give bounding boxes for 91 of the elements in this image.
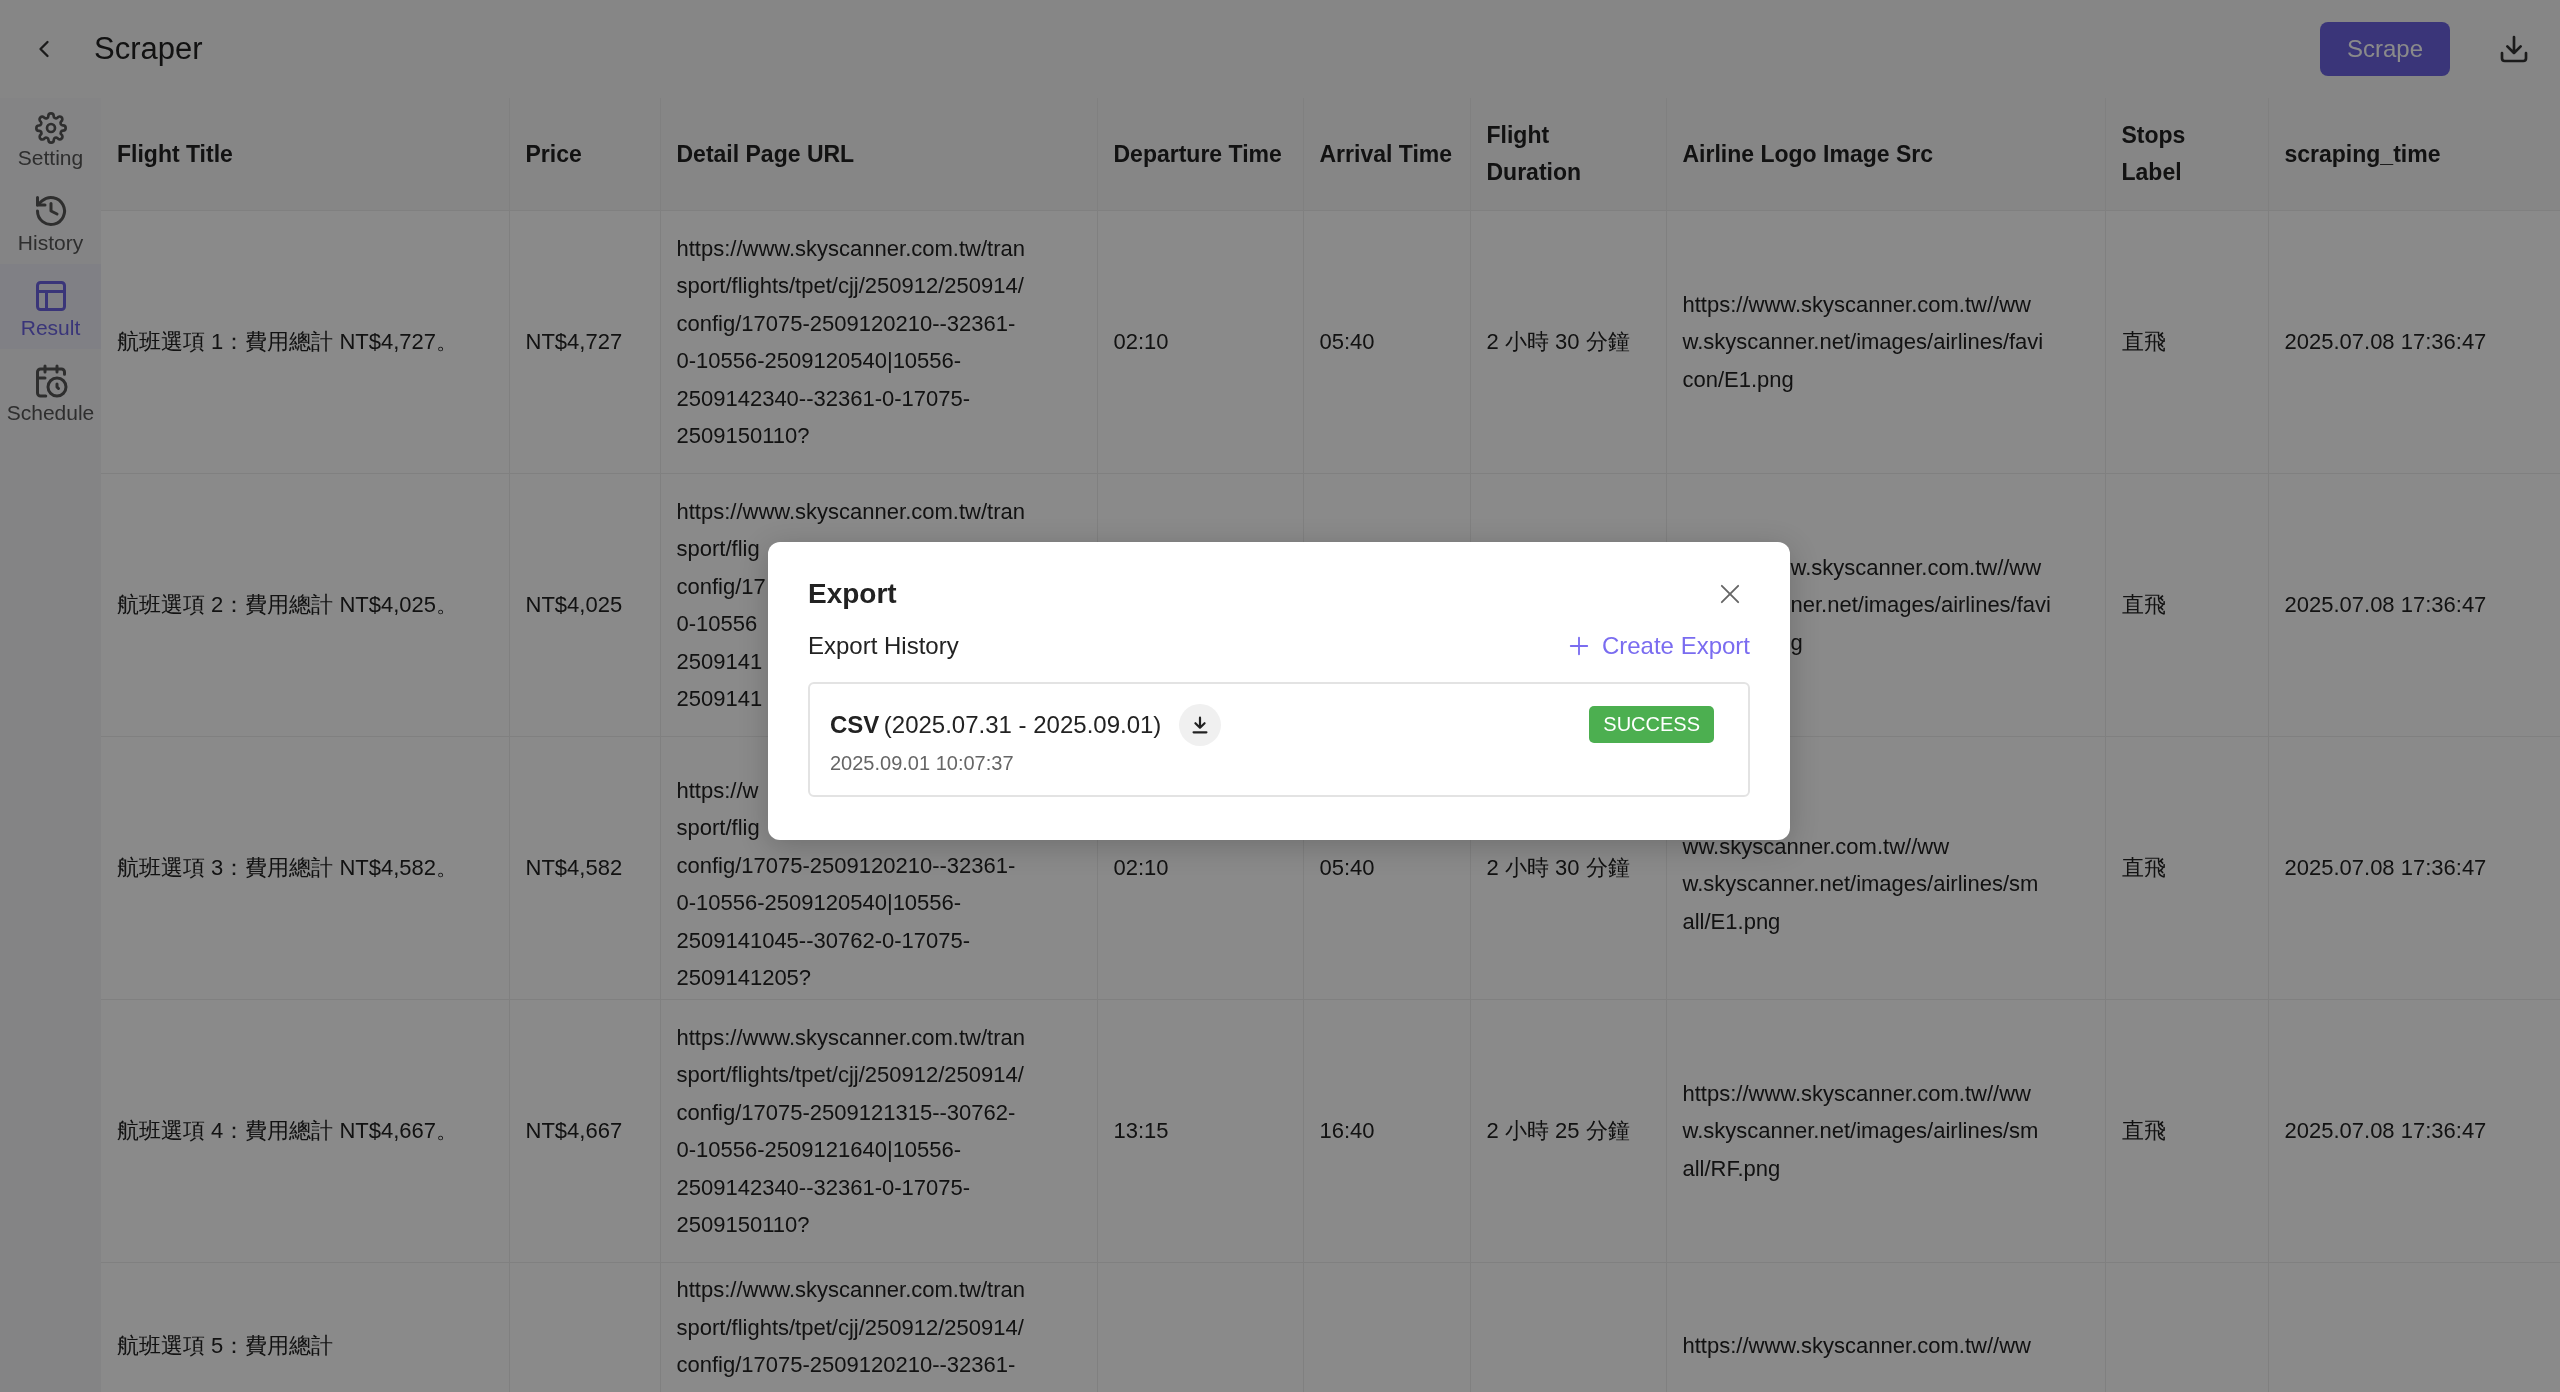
cell-text-line: 2509142340--32361-0-17075- [676,384,971,413]
arrival-cell-text: 05:40 [1319,854,1376,883]
create-export-button[interactable]: Create Export [1567,632,1750,660]
cell-text-line: 2509150110? [676,422,810,450]
scraping-time-cell-text: 2025.07.08 17:36:47 [2284,1117,2488,1146]
sidebar-item[interactable]: Schedule [0,349,101,434]
cell-text-line: config/17075-2509121315--30762- [676,1098,1016,1127]
cell-text-line: con/E1.png [1682,365,1794,394]
duration-cell-text: 2 小時 25 分鐘 [1486,1117,1631,1146]
arrival-cell-text: 16:40 [1319,1117,1376,1146]
column-header: Arrival Time [1303,98,1470,211]
cell-text-line: https://www.skyscanner.com.tw//ww [1682,1079,2031,1108]
column-header: Stops Label [2105,98,2268,211]
cell-text-line: w.skyscanner.com.tw//ww [1790,553,2042,582]
stops-cell-text: 直飛 [2121,591,2167,620]
duration-cell-text: 2 小時 30 分鐘 [1486,328,1631,357]
cell-text-line: 2509141 [676,647,763,676]
cell-text-line: sport/flights/tpet/cjj/250912/250914/ [676,1313,1024,1342]
cell-text-line: 2509142340--32361-0-17075- [676,1173,971,1202]
stops-cell-text: 直飛 [2121,328,2167,357]
departure-cell-text: 02:10 [1113,328,1170,357]
cell-text-line: g [1790,628,1803,657]
cell-text-line: https://www.skyscanner.com.tw/tran [676,497,1025,526]
price-cell-text: NT$4,582 [525,854,624,883]
scrape-button[interactable]: Scrape [2320,22,2450,76]
cell-text-line: https://www.skyscanner.com.tw/tran [676,234,1025,263]
flight-title-cell-text: 航班選項 3：費用總計 NT$4,582。 [117,854,460,883]
export-time: 2025.09.01 10:07:37 [830,752,1015,775]
cell-text-line: config/17075-2509120210--32361- [676,1351,1016,1379]
cell-text-line: sport/flights/tpet/cjj/250912/250914/ [676,1061,1024,1089]
cell-text-line: 2509141045--30762-0-17075- [676,926,971,955]
cell-text-line: 0-10556-2509120540|10556- [676,347,962,375]
cell-text-line: https://www.skyscanner.com.tw//ww [1682,1332,2031,1360]
column-header: Airline Logo Image Src [1666,98,2105,211]
price-cell-text: NT$4,025 [525,591,624,620]
column-header: Flight Title [101,98,509,211]
cell-text-line: 0-10556-2509120540|10556- [676,889,962,917]
cell-text-line: all/E1.png [1682,907,1781,936]
arrival-cell-text: 05:40 [1319,328,1376,357]
cell-text-line: 2509141 [676,685,763,713]
flight-title-cell-text: 航班選項 1：費用總計 NT$4,727。 [117,328,460,357]
download-icon [2498,33,2530,65]
sidebar-item[interactable]: Result [0,264,101,349]
stops-cell-text: 直飛 [2121,1117,2167,1146]
departure-cell-text: 02:10 [1113,854,1170,883]
column-header: Detail Page URL [660,98,1097,211]
sidebar-item[interactable]: Setting [0,98,101,179]
cell-text-line: all/RF.png [1682,1154,1781,1183]
price-cell-text: NT$4,727 [525,328,624,357]
column-header: Flight Duration [1470,98,1666,211]
cell-text-line: ww.skyscanner.com.tw//ww [1682,832,1949,861]
cell-text-line: config/17075-2509120210--32361- [676,309,1016,338]
status-badge: SUCCESS [1589,706,1714,743]
cell-text-line: 2509150110? [676,1211,810,1239]
departure-cell-text: 13:15 [1113,1117,1170,1146]
flight-title-cell-text: 航班選項 5：費用總計 [117,1332,335,1360]
cell-text-line: 0-10556 [676,610,758,638]
cell-text-line: sport/flig [676,535,760,563]
cell-text-line: w.skyscanner.net/images/airlines/sm [1682,870,2039,899]
price-cell-text: NT$4,667 [525,1117,624,1146]
gear-icon [34,112,67,144]
stops-cell-text: 直飛 [2121,854,2167,883]
scraping-time-cell-text: 2025.07.08 17:36:47 [2284,591,2488,620]
cell-text-line: https://www.skyscanner.com.tw//ww [1682,290,2031,319]
cell-text-line: sport/flights/tpet/cjj/250912/250914/ [676,272,1024,300]
duration-cell-text: 2 小時 30 分鐘 [1486,854,1631,883]
sidebar-item[interactable]: History [0,179,101,264]
column-header: Price [509,98,660,211]
cell-text-line: config/17 [676,572,766,601]
plus-icon [1567,635,1590,657]
flight-title-cell-text: 航班選項 2：費用總計 NT$4,025。 [117,591,460,620]
cell-text-line: https://www.skyscanner.com.tw/tran [676,1023,1025,1052]
scraping-time-cell-text: 2025.07.08 17:36:47 [2284,854,2488,883]
cell-text-line: https://w [676,776,759,805]
column-header: scraping_time [2268,98,2560,211]
dialog-title: Export [808,578,897,610]
cell-text-line: https://www.skyscanner.com.tw/tran [676,1276,1025,1304]
flight-title-cell-text: 航班選項 4：費用總計 NT$4,667。 [117,1117,460,1146]
cell-text-line: 2509141205? [676,964,812,992]
page-title: Scraper [94,31,204,67]
cell-text-line: ner.net/images/airlines/favi [1790,591,2051,620]
cell-text-line: config/17075-2509120210--32361- [676,851,1016,880]
download-button[interactable] [1179,704,1222,746]
cell-text-line: 0-10556-2509121640|10556- [676,1136,962,1164]
scraping-time-cell-text: 2025.07.08 17:36:47 [2284,328,2488,357]
column-header: Departure Time [1097,98,1303,211]
section-title: Export History [808,632,959,660]
cell-text-line: w.skyscanner.net/images/airlines/sm [1682,1117,2039,1146]
export-label: CSV (2025.07.31 - 2025.09.01) [830,711,1162,739]
cell-text-line: sport/flig [676,814,760,842]
cell-text-line: w.skyscanner.net/images/airlines/favi [1682,328,2044,357]
